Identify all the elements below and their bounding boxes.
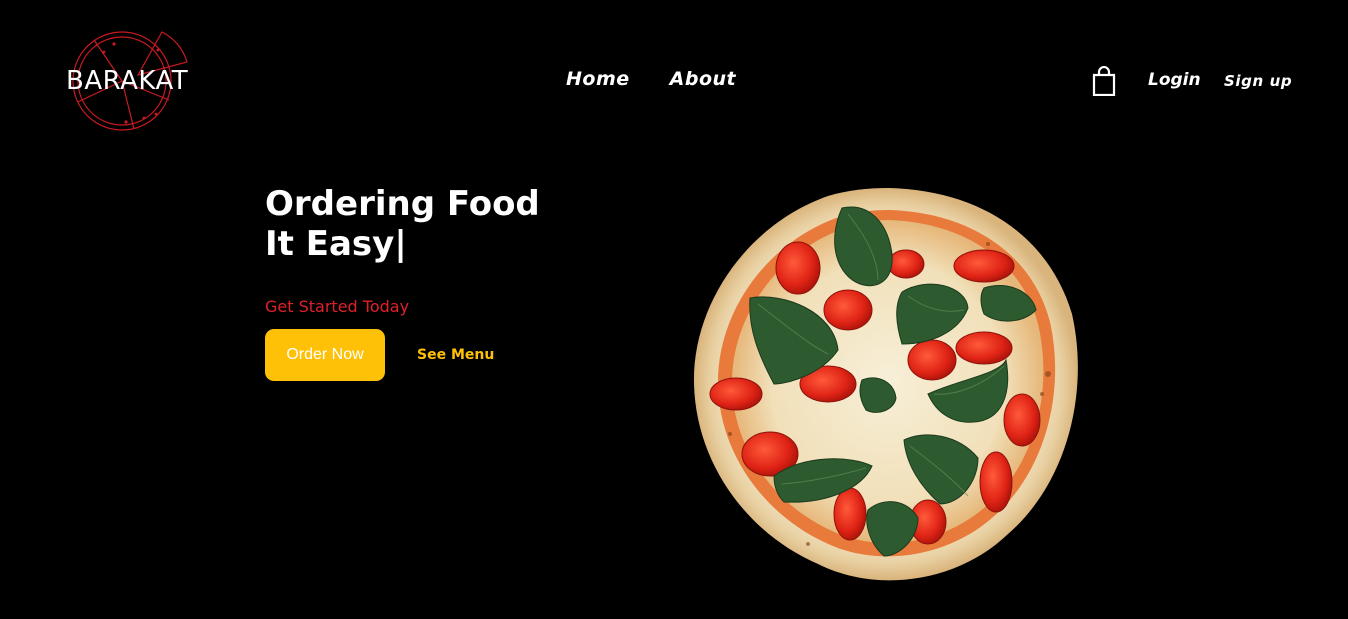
see-menu-link[interactable]: See Menu — [417, 347, 494, 363]
pizza-margherita-image — [693, 188, 1078, 581]
login-link[interactable]: Login — [1148, 70, 1201, 90]
hero-tagline: Get Started Today — [265, 297, 410, 316]
brand-name: BARAKAT — [66, 66, 189, 96]
hero-title: Ordering Food It Easy| — [265, 184, 540, 264]
typing-cursor: | — [394, 224, 407, 264]
brand-logo[interactable]: BARAKAT — [64, 30, 196, 132]
nav-about-link[interactable]: About — [670, 68, 736, 90]
shopping-bag-icon[interactable] — [1090, 66, 1118, 96]
main-nav: Home About — [566, 68, 736, 90]
nav-home-link[interactable]: Home — [566, 68, 630, 90]
order-now-button[interactable]: Order Now — [265, 329, 385, 381]
landing-page: BARAKAT Home About Login Sign up Orderin… — [0, 0, 1348, 619]
signup-link[interactable]: Sign up — [1224, 72, 1292, 90]
hero-title-line2: It Easy — [265, 224, 395, 264]
hero-title-line1: Ordering Food — [265, 184, 540, 224]
